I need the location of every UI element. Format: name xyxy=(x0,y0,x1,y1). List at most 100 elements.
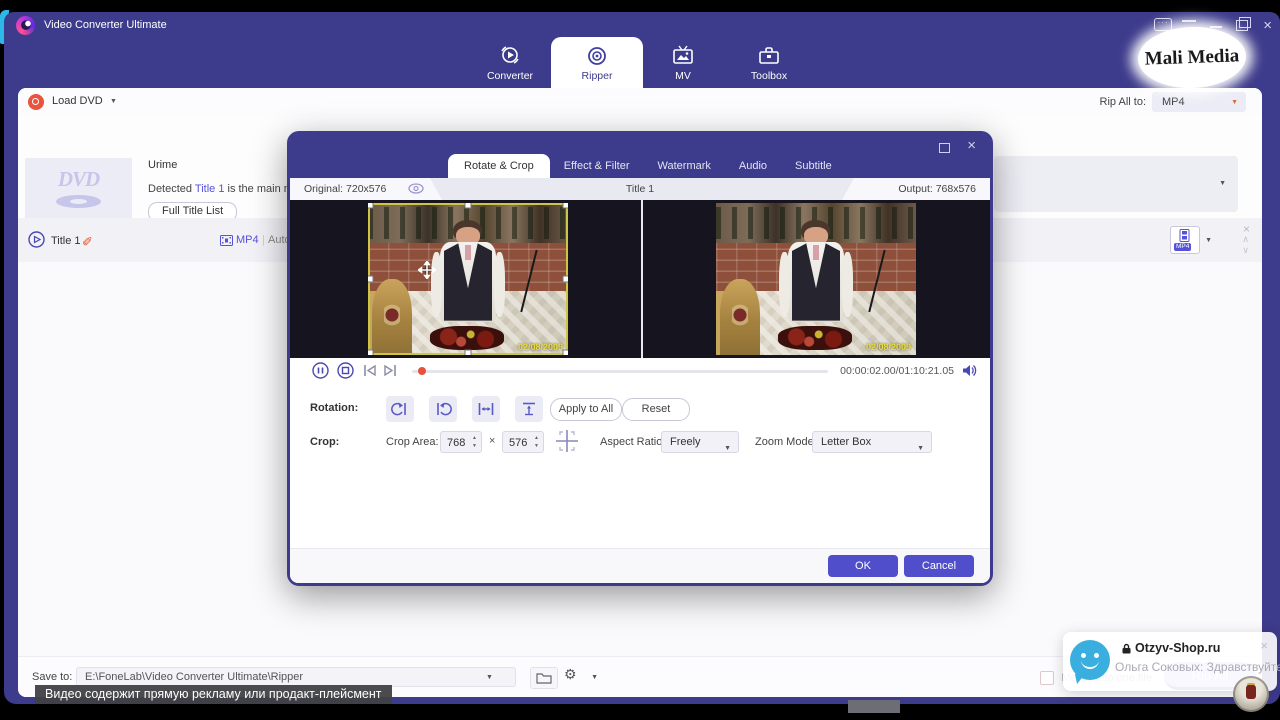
ripper-icon xyxy=(551,43,643,69)
save-path-field[interactable]: E:\FoneLab\Video Converter Ultimate\Ripp… xyxy=(76,667,516,687)
crop-handle[interactable] xyxy=(563,203,569,209)
chevron-down-icon[interactable]: ∨ xyxy=(1242,246,1249,255)
rotate-left-button[interactable] xyxy=(386,396,414,422)
settings-button[interactable]: ⚙ ▼ xyxy=(564,666,598,687)
tab-mv[interactable]: MV xyxy=(637,37,729,88)
chevron-down-icon: ▼ xyxy=(917,439,924,459)
film-icon xyxy=(1178,229,1191,242)
seek-thumb[interactable] xyxy=(418,367,426,375)
title-label: Title 1 xyxy=(51,235,81,247)
converter-icon xyxy=(464,43,556,69)
stop-button[interactable] xyxy=(337,362,354,379)
dialog-header: × Rotate & Crop Effect & Filter Watermar… xyxy=(290,134,990,178)
tab-ripper[interactable]: Ripper xyxy=(551,37,643,88)
mv-icon xyxy=(637,43,729,69)
crop-position-icon[interactable] xyxy=(552,427,582,455)
gear-icon: ⚙ xyxy=(564,666,577,682)
crop-handle[interactable] xyxy=(368,203,374,209)
spinner-down-icon[interactable]: ▼ xyxy=(534,444,539,449)
video-date-stamp: 02/08/2009 xyxy=(866,342,911,352)
tab-watermark[interactable]: Watermark xyxy=(644,154,725,178)
next-frame-button[interactable] xyxy=(383,364,397,377)
tab-toolbox[interactable]: Toolbox xyxy=(723,37,815,88)
aspect-ratio-label: Aspect Ratio: xyxy=(600,436,665,448)
tab-converter[interactable]: Converter xyxy=(464,37,556,88)
crop-handle[interactable] xyxy=(465,350,472,356)
format-chooser-button[interactable]: MP4 xyxy=(1170,226,1200,254)
film-icon xyxy=(220,235,233,246)
tab-rotate-crop[interactable]: Rotate & Crop xyxy=(448,154,550,178)
spinner-up-icon[interactable]: ▲ xyxy=(472,436,477,441)
crop-width-spinner[interactable]: ▲ ▼ xyxy=(440,431,482,453)
volume-icon[interactable] xyxy=(962,363,978,378)
chat-site-name[interactable]: Otzyv-Shop.ru xyxy=(1135,641,1220,655)
crop-height-input[interactable] xyxy=(503,432,537,454)
chevron-down-icon: ▼ xyxy=(1219,180,1226,187)
dvd-title: Urime xyxy=(148,159,177,171)
apply-to-all-button[interactable]: Apply to All xyxy=(550,398,622,421)
dvd-disc-icon xyxy=(56,195,101,208)
chat-message: Ольга Соковых: Здравствуйте xyxy=(1115,660,1280,674)
spinner-down-icon[interactable]: ▼ xyxy=(472,444,477,449)
merge-checkbox[interactable] xyxy=(1040,671,1054,685)
chevron-down-icon[interactable]: ▼ xyxy=(1205,237,1212,244)
detected-title-link[interactable]: Title 1 xyxy=(195,183,225,195)
crop-area-label: Crop Area: xyxy=(386,436,439,448)
ok-button[interactable]: OK xyxy=(828,555,898,577)
chevron-up-icon[interactable]: ∧ xyxy=(1242,235,1249,244)
crop-handle[interactable] xyxy=(465,203,472,209)
rotation-row: Rotation: Apply to All Reset xyxy=(290,396,990,426)
chevron-down-icon: ▼ xyxy=(110,98,117,105)
pause-button[interactable] xyxy=(312,362,329,379)
edit-pencil-icon[interactable]: ✎ xyxy=(82,232,93,248)
lock-icon xyxy=(1121,643,1132,654)
feedback-icon[interactable]: ··· xyxy=(1154,18,1172,31)
crop-handle[interactable] xyxy=(368,276,374,283)
tab-audio[interactable]: Audio xyxy=(725,154,781,178)
tab-subtitle[interactable]: Subtitle xyxy=(781,154,846,178)
seek-bar[interactable] xyxy=(412,370,828,373)
reset-button[interactable]: Reset xyxy=(622,398,690,421)
dvd-thumbnail: DVD xyxy=(25,158,132,219)
crop-handle[interactable] xyxy=(563,350,569,356)
chat-close-icon[interactable]: × xyxy=(1260,638,1268,653)
time-display: 00:00:02.00/01:10:21.05 xyxy=(840,365,954,377)
main-nav: Converter Ripper MV Toolbox xyxy=(4,37,1280,88)
prev-frame-button[interactable] xyxy=(363,364,377,377)
aspect-ratio-select[interactable]: Freely ▼ xyxy=(661,431,739,453)
open-folder-button[interactable] xyxy=(530,667,558,689)
close-icon[interactable]: × xyxy=(1263,19,1272,33)
move-cursor-icon xyxy=(418,261,436,279)
dialog-maximize-icon[interactable] xyxy=(939,143,950,153)
ad-disclosure-tooltip: Видео содержит прямую рекламу или продак… xyxy=(35,685,392,704)
flip-horizontal-button[interactable] xyxy=(472,396,500,422)
cancel-button[interactable]: Cancel xyxy=(904,555,974,577)
load-dvd-icon xyxy=(28,94,44,110)
crop-width-input[interactable] xyxy=(441,432,475,454)
chevron-down-icon[interactable]: ▼ xyxy=(486,674,493,681)
chevron-down-icon: ▼ xyxy=(1231,99,1238,106)
original-video-preview[interactable]: 02/08/2009 xyxy=(368,203,568,355)
spinner-up-icon[interactable]: ▲ xyxy=(534,436,539,441)
output-size-chip: Output: 768x576 xyxy=(842,178,990,200)
crop-height-spinner[interactable]: ▲ ▼ xyxy=(502,431,544,453)
dialog-close-icon[interactable]: × xyxy=(967,137,976,154)
chevron-down-icon: ▼ xyxy=(591,674,598,681)
rotate-crop-dialog: × Rotate & Crop Effect & Filter Watermar… xyxy=(287,131,993,586)
output-profile-dropdown[interactable]: ▼ xyxy=(994,156,1238,212)
crop-selection[interactable] xyxy=(368,203,568,355)
flip-vertical-button[interactable] xyxy=(515,396,543,422)
crop-handle[interactable] xyxy=(368,350,374,356)
play-icon[interactable] xyxy=(28,231,45,248)
tab-effect-filter[interactable]: Effect & Filter xyxy=(550,154,644,178)
zoom-mode-label: Zoom Mode: xyxy=(755,436,817,448)
crop-handle[interactable] xyxy=(563,276,569,283)
rotate-right-button[interactable] xyxy=(429,396,457,422)
zoom-mode-select[interactable]: Letter Box ▼ xyxy=(812,431,932,453)
app-title: Video Converter Ultimate xyxy=(44,19,167,31)
maximize-icon[interactable] xyxy=(1236,20,1248,31)
toolbar-row: Load DVD ▼ Rip All to: MP4 ▼ xyxy=(18,88,1262,116)
preview-area: 02/08/2009 xyxy=(290,200,990,358)
corner-emblem xyxy=(1233,676,1269,712)
chevron-down-icon: ▼ xyxy=(724,439,731,459)
